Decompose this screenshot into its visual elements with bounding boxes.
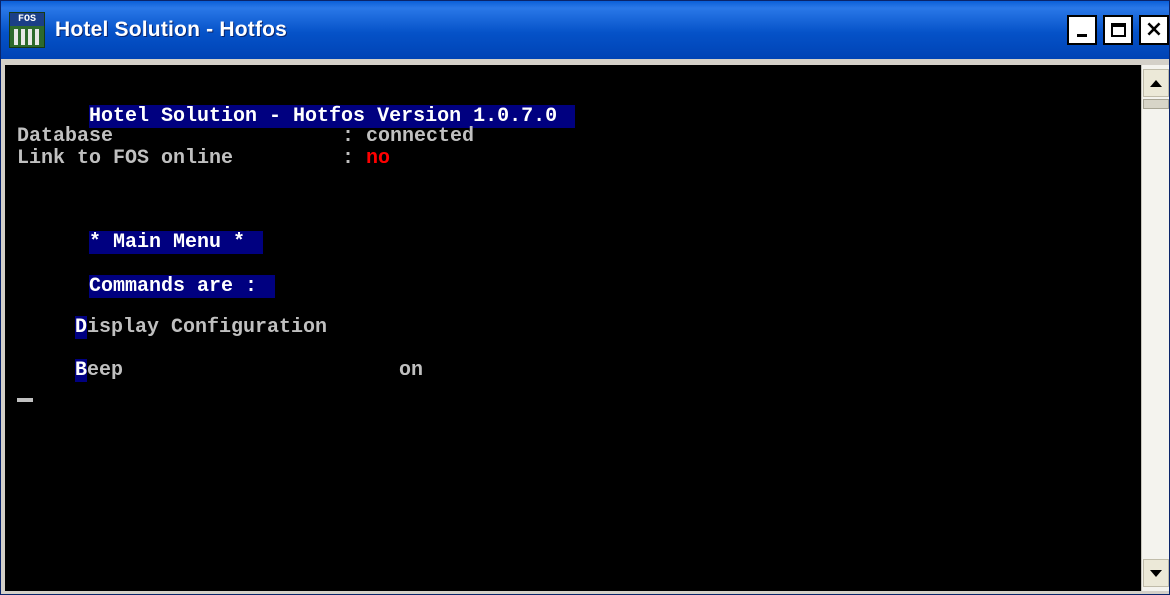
status-label: Link to FOS online: [17, 147, 234, 170]
arrow-down-icon: [1150, 569, 1162, 577]
arrow-up-icon: [1150, 79, 1162, 87]
status-row-database: Database : connected: [17, 126, 474, 148]
console-window: FOS Hotel Solution - Hotfos × Hotel Solu…: [0, 0, 1170, 595]
close-icon: ×: [1144, 17, 1164, 42]
text-cursor: [17, 398, 33, 402]
command-hotkey: D: [75, 316, 88, 339]
title-bar[interactable]: FOS Hotel Solution - Hotfos ×: [1, 1, 1169, 59]
window-controls: ×: [1067, 15, 1169, 45]
app-icon-label: FOS: [10, 13, 44, 26]
minimize-button[interactable]: [1067, 15, 1097, 45]
command-display-configuration[interactable]: Display Configuration: [75, 316, 328, 339]
maximize-button[interactable]: [1103, 15, 1133, 45]
status-separator: :: [330, 147, 367, 170]
status-value: connected: [366, 125, 475, 148]
command-hotkey: B: [75, 359, 88, 382]
command-beep[interactable]: Beep: [75, 359, 124, 382]
status-separator: :: [330, 125, 367, 148]
window-title: Hotel Solution - Hotfos: [55, 18, 288, 41]
beep-value: on: [399, 359, 424, 382]
close-button[interactable]: ×: [1139, 15, 1169, 45]
scrollbar-thumb[interactable]: [1143, 99, 1169, 109]
vertical-scrollbar[interactable]: [1141, 65, 1169, 591]
command-label: isplay Configuration: [87, 316, 328, 339]
status-row-fos-link: Link to FOS online : no: [17, 148, 390, 170]
status-value-alert: no: [366, 147, 391, 170]
commands-label: Commands are :: [89, 275, 276, 298]
command-label: eep: [87, 359, 124, 382]
scroll-down-button[interactable]: [1143, 559, 1169, 587]
menu-title-text: * Main Menu *: [89, 231, 264, 254]
scroll-up-button[interactable]: [1143, 69, 1169, 97]
status-label: Database: [17, 125, 114, 148]
maximize-icon: [1110, 23, 1126, 37]
minimize-icon: [1077, 33, 1087, 37]
console-output[interactable]: Hotel Solution - Hotfos Version 1.0.7.0 …: [5, 65, 1141, 591]
app-icon-graphic: [14, 29, 40, 45]
hotfos-app-icon[interactable]: FOS: [9, 12, 45, 48]
commands-header: Commands are :: [17, 254, 276, 320]
